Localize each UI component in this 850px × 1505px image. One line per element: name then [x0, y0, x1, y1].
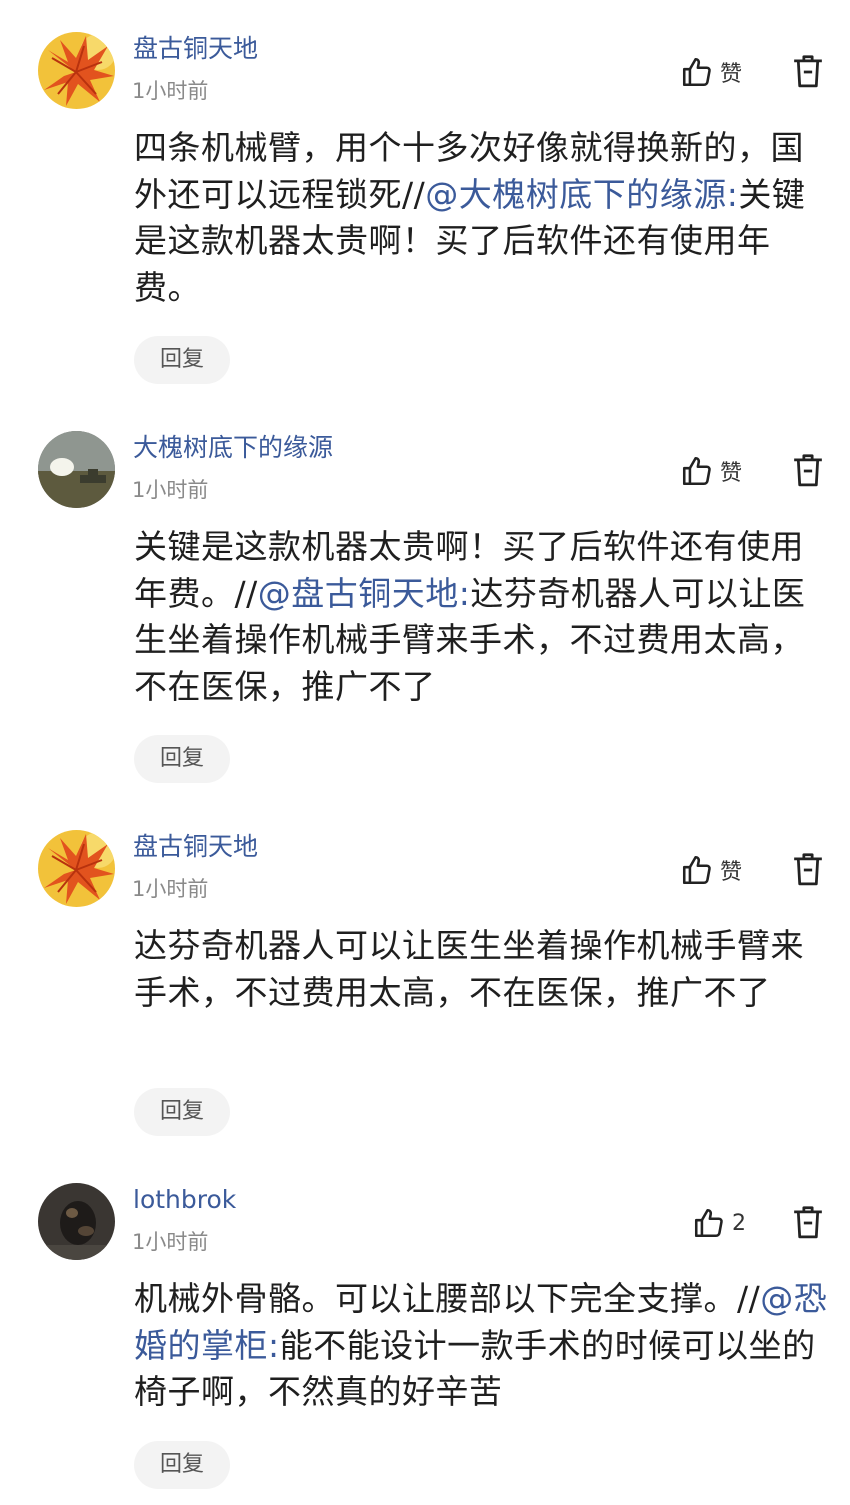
timestamp: 1小时前: [132, 478, 209, 502]
comment-body: 达芬奇机器人可以让医生坐着操作机械手臂来手术，不过费用太高，不在医保，推广不了: [134, 923, 834, 1016]
timestamp: 1小时前: [132, 79, 209, 103]
username[interactable]: 盘古铜天地: [133, 832, 258, 862]
like-label: 赞: [720, 62, 743, 87]
thumbs-up-icon: [682, 456, 711, 486]
comment-text: 达芬奇机器人可以让医生坐着操作机械手臂来手术，不过费用太高，不在医保，推广不了: [134, 926, 804, 1012]
like-button[interactable]: 赞: [680, 52, 742, 92]
delete-button[interactable]: [791, 1205, 825, 1241]
like-label: 赞: [720, 461, 743, 486]
thumbs-up-icon: [682, 57, 711, 87]
avatar[interactable]: [38, 830, 115, 907]
delete-button[interactable]: [791, 54, 825, 90]
like-button[interactable]: 赞: [680, 850, 742, 890]
username[interactable]: 盘古铜天地: [133, 34, 258, 64]
reply-button[interactable]: 回复: [134, 1088, 230, 1136]
comment-body: 四条机械臂，用个十多次好像就得换新的，国外还可以远程锁死//@大槐树底下的缘源:…: [134, 125, 834, 311]
reply-button[interactable]: 回复: [134, 1441, 230, 1489]
delete-button[interactable]: [791, 453, 825, 489]
mention-link[interactable]: @大槐树底下的缘源:: [425, 175, 738, 214]
like-button[interactable]: 2: [692, 1203, 746, 1243]
comment-text: 机械外骨骼。可以让腰部以下完全支撑。//: [134, 1279, 761, 1318]
trash-icon: [794, 55, 822, 88]
avatar[interactable]: [38, 431, 115, 508]
avatar[interactable]: [38, 32, 115, 109]
username[interactable]: lothbrok: [133, 1185, 236, 1215]
username[interactable]: 大槐树底下的缘源: [133, 433, 333, 463]
avatar[interactable]: [38, 1183, 115, 1260]
like-count: 2: [732, 1210, 746, 1236]
trash-icon: [794, 1206, 822, 1239]
like-label: 赞: [720, 860, 743, 885]
timestamp: 1小时前: [132, 1230, 209, 1254]
trash-icon: [794, 454, 822, 487]
delete-button[interactable]: [791, 852, 825, 888]
timestamp: 1小时前: [132, 877, 209, 901]
thumbs-up-icon: [694, 1208, 723, 1238]
comment-body: 机械外骨骼。可以让腰部以下完全支撑。//@恐婚的掌柜:能不能设计一款手术的时候可…: [134, 1276, 834, 1416]
reply-button[interactable]: 回复: [134, 336, 230, 384]
reply-button[interactable]: 回复: [134, 735, 230, 783]
comment-body: 关键是这款机器太贵啊！买了后软件还有使用年费。//@盘古铜天地:达芬奇机器人可以…: [134, 524, 834, 710]
thumbs-up-icon: [682, 855, 711, 885]
mention-link[interactable]: @盘古铜天地:: [258, 574, 471, 613]
like-button[interactable]: 赞: [680, 451, 742, 491]
trash-icon: [794, 853, 822, 886]
